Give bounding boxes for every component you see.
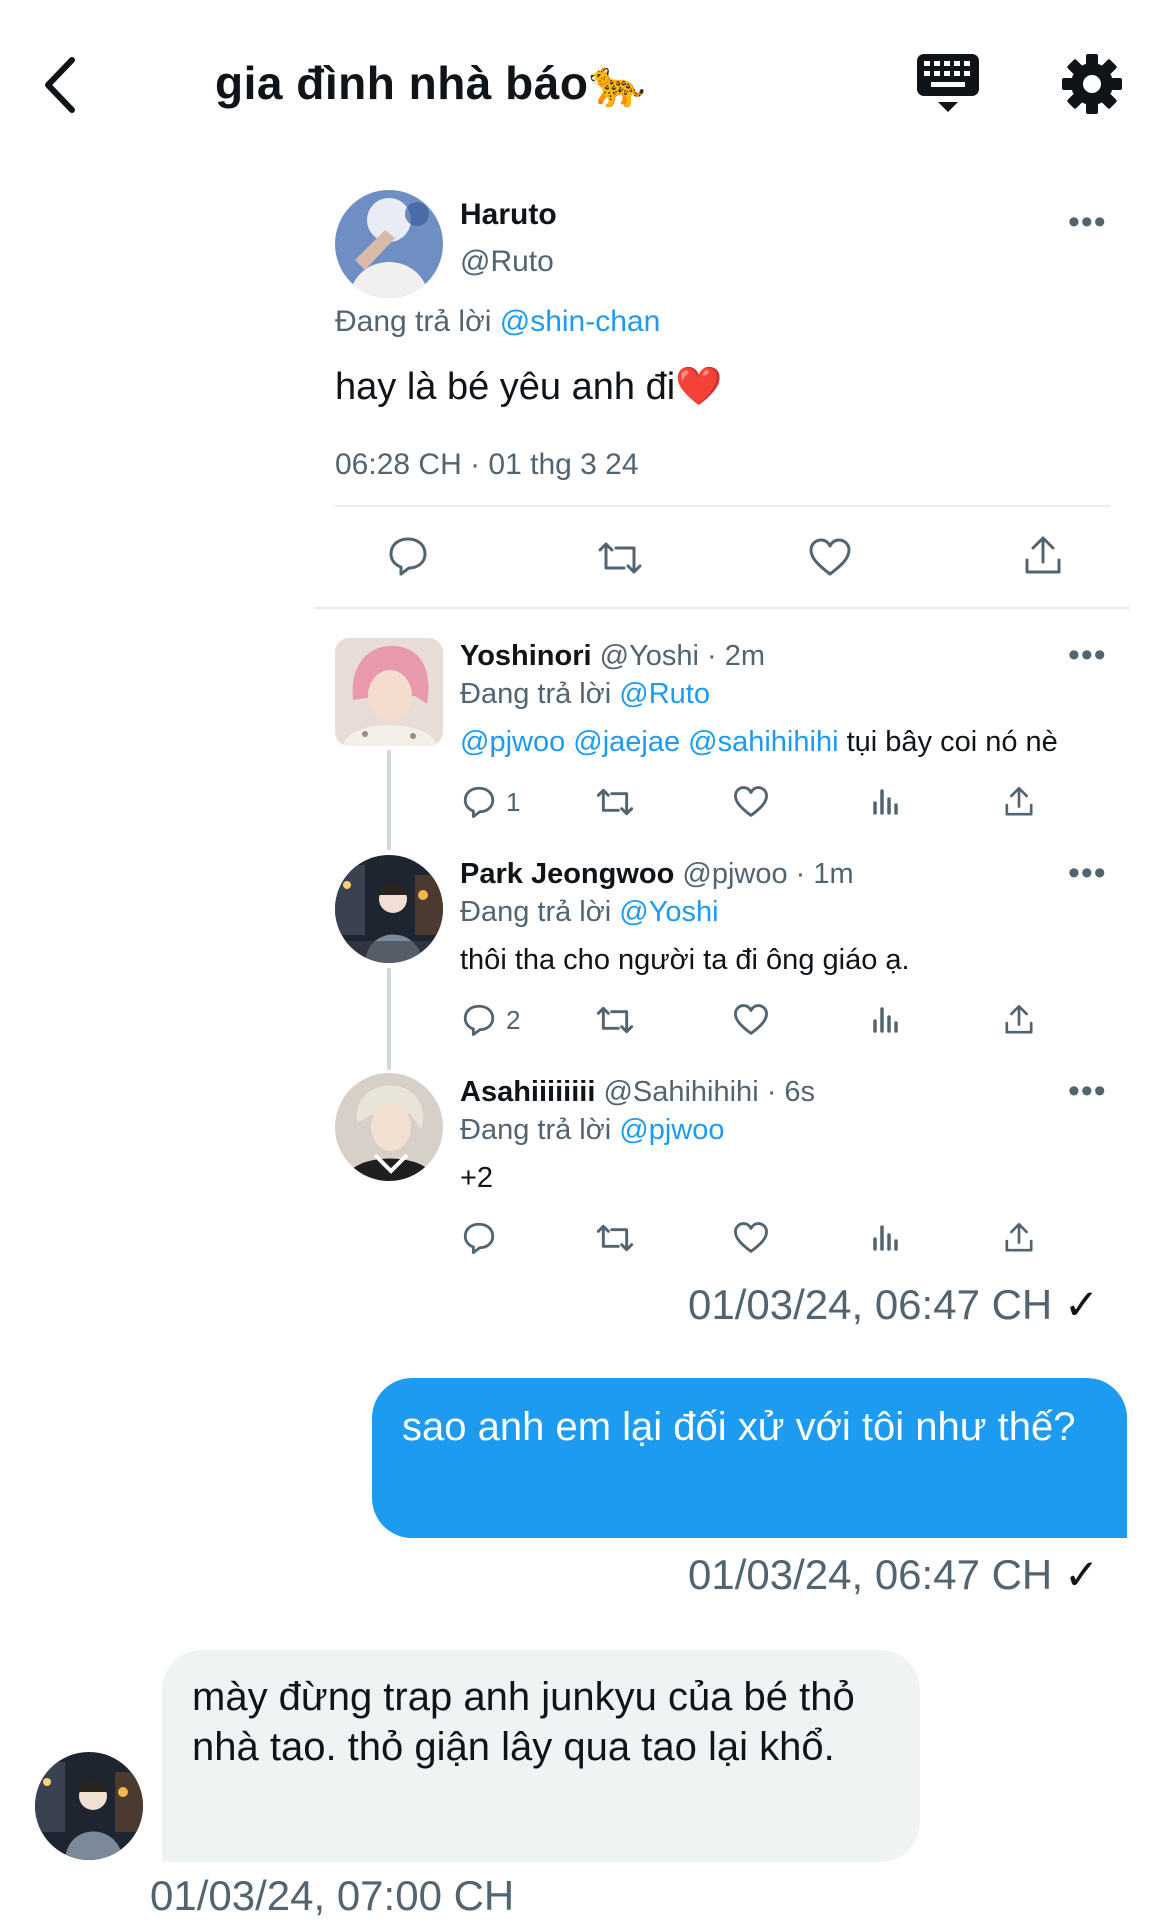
conversation-title: gia đình nhà báo🐆 xyxy=(215,57,647,109)
reply-text: @pjwoo @jaejae @sahihihihi tụi bây coi n… xyxy=(460,726,1058,759)
replying-to-label: Đang trả lời xyxy=(460,1114,612,1146)
author-meta[interactable]: @Sahihihihi · 6s xyxy=(603,1076,815,1108)
mention-link[interactable]: @Ruto xyxy=(619,678,710,710)
author-name[interactable]: Haruto xyxy=(460,198,557,232)
message-text: mày đừng trap anh junkyu của bé thỏ nhà … xyxy=(192,1675,855,1769)
incoming-message-bubble[interactable]: mày đừng trap anh junkyu của bé thỏ nhà … xyxy=(162,1650,920,1862)
reply-body: tụi bây coi nó nè xyxy=(838,726,1058,758)
reply-icon[interactable] xyxy=(462,785,496,824)
message-timestamp: 01/03/24, 07:00 CH xyxy=(150,1872,515,1919)
views-icon[interactable] xyxy=(870,785,902,822)
reply-header: Asahiiiiiiii @Sahihihihi · 6s xyxy=(460,1076,815,1109)
thread-line xyxy=(387,968,391,1070)
settings-button[interactable] xyxy=(1060,52,1124,116)
avatar[interactable] xyxy=(335,1073,443,1181)
author-handle[interactable]: @Ruto xyxy=(460,245,554,279)
replying-to-label: Đang trả lời xyxy=(335,305,492,338)
author-name[interactable]: Yoshinori xyxy=(460,640,592,672)
timestamp-text: 01/03/24, 06:47 CH xyxy=(688,1551,1053,1598)
retweet-icon[interactable] xyxy=(595,785,635,824)
replying-to: Đang trả lời @Ruto xyxy=(460,678,710,711)
mention-link[interactable]: @pjwoo xyxy=(619,1114,724,1146)
mention-link[interactable]: @Yoshi xyxy=(619,896,718,928)
sent-check-icon: ✓ xyxy=(1063,1551,1100,1598)
reply-header: Park Jeongwoo @pjwoo · 1m xyxy=(460,858,854,891)
reply-header: Yoshinori @Yoshi · 2m xyxy=(460,640,765,673)
views-icon[interactable] xyxy=(870,1003,902,1040)
share-icon[interactable] xyxy=(1003,1221,1035,1260)
avatar[interactable] xyxy=(335,190,443,298)
share-icon[interactable] xyxy=(1003,1003,1035,1042)
tweet-timestamp: 06:28 CH · 01 thg 3 24 xyxy=(335,448,639,481)
reply-icon[interactable] xyxy=(462,1221,496,1260)
replying-to: Đang trả lời @shin-chan xyxy=(335,305,660,339)
thread-line xyxy=(387,750,391,850)
like-icon[interactable] xyxy=(733,1003,769,1041)
message-timestamp: 01/03/24, 06:47 CH ✓ xyxy=(688,1550,1099,1599)
reply-count: 2 xyxy=(506,1005,521,1035)
sent-check-icon: ✓ xyxy=(1063,1281,1100,1328)
reply-icon[interactable] xyxy=(462,1003,496,1042)
share-icon[interactable] xyxy=(1003,785,1035,824)
like-icon[interactable] xyxy=(733,785,769,823)
tweet-text: hay là bé yêu anh đi❤️ xyxy=(335,366,723,408)
retweet-icon[interactable] xyxy=(596,538,644,583)
more-options-icon[interactable]: ••• xyxy=(1068,638,1107,672)
author-name[interactable]: Park Jeongwoo xyxy=(460,858,674,890)
views-icon[interactable] xyxy=(870,1221,902,1258)
outgoing-message-bubble[interactable]: sao anh em lại đối xử với tôi như thế? xyxy=(372,1378,1127,1538)
mention-links[interactable]: @pjwoo @jaejae @sahihihihi xyxy=(460,726,839,758)
author-meta[interactable]: @Yoshi · 2m xyxy=(600,640,765,672)
retweet-icon[interactable] xyxy=(595,1003,635,1042)
sender-avatar[interactable] xyxy=(35,1752,143,1860)
keyboard-button[interactable] xyxy=(915,52,981,116)
replying-to: Đang trả lời @pjwoo xyxy=(460,1114,724,1147)
replying-to-label: Đang trả lời xyxy=(460,896,612,928)
retweet-icon[interactable] xyxy=(595,1221,635,1260)
more-options-icon[interactable]: ••• xyxy=(1068,856,1107,890)
reply-text: thôi tha cho người ta đi ông giáo ạ. xyxy=(460,944,910,976)
avatar[interactable] xyxy=(335,638,443,746)
message-text: sao anh em lại đối xử với tôi như thế? xyxy=(402,1405,1076,1449)
mention-link[interactable]: @shin-chan xyxy=(500,305,661,338)
chevron-left-icon xyxy=(45,57,75,113)
more-options-icon[interactable]: ••• xyxy=(1068,1074,1107,1108)
reply-count: 1 xyxy=(506,787,521,817)
replying-to: Đang trả lời @Yoshi xyxy=(460,896,719,929)
gear-icon xyxy=(1062,54,1122,114)
timestamp-text: 01/03/24, 06:47 CH xyxy=(688,1281,1053,1328)
author-name[interactable]: Asahiiiiiiii xyxy=(460,1076,595,1108)
like-icon[interactable] xyxy=(733,1221,769,1259)
back-button[interactable] xyxy=(40,50,100,120)
like-icon[interactable] xyxy=(808,537,852,582)
divider xyxy=(315,607,1130,609)
reply-icon[interactable] xyxy=(387,535,429,582)
keyboard-icon xyxy=(917,54,979,112)
avatar[interactable] xyxy=(335,855,443,963)
reply-text: +2 xyxy=(460,1162,494,1194)
message-timestamp: 01/03/24, 06:47 CH ✓ xyxy=(688,1280,1099,1329)
replying-to-label: Đang trả lời xyxy=(460,678,612,710)
share-icon[interactable] xyxy=(1022,534,1064,583)
more-options-icon[interactable]: ••• xyxy=(1068,205,1107,239)
author-meta[interactable]: @pjwoo · 1m xyxy=(682,858,853,890)
divider xyxy=(335,505,1110,507)
